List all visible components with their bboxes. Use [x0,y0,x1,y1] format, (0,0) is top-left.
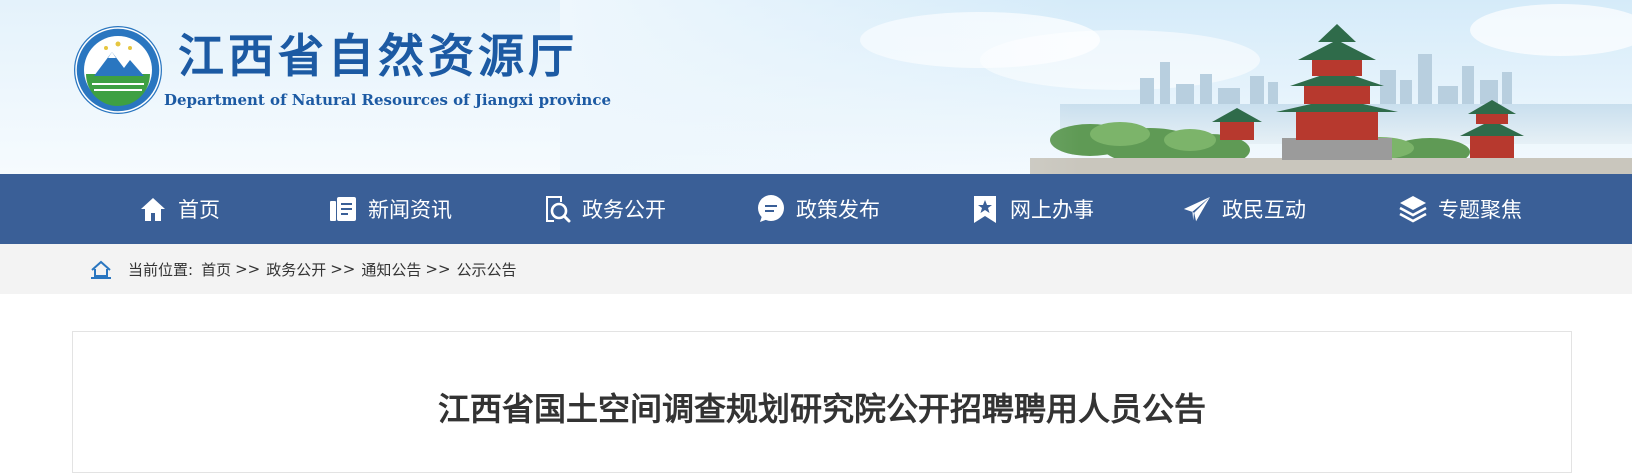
nav-label-policy: 政策发布 [796,198,880,222]
location-home-icon [91,260,111,279]
nav-item-topics[interactable]: 专题聚焦 [1398,174,1522,244]
breadcrumb-trail: 当前位置: 首页 >> 政务公开 >> 通知公告 >> 公示公告 [128,244,517,294]
breadcrumb-item-public-announcements[interactable]: 公示公告 [457,259,517,280]
nav-label-interaction: 政民互动 [1222,198,1306,222]
chat-bubble-icon [756,194,786,224]
nav-label-online-services: 网上办事 [1010,198,1094,222]
news-icon [328,194,358,224]
article-card: 江西省国土空间调查规划研究院公开招聘聘用人员公告 [72,331,1572,473]
header-banner: 江西省自然资源厅 Department of Natural Resources… [0,0,1632,174]
nav-item-policy[interactable]: 政策发布 [756,174,880,244]
breadcrumb-separator: >> [235,260,261,278]
breadcrumb-prefix: 当前位置: [128,260,194,279]
main-nav: 首页 新闻资讯 政务公开 政策发布 网上办事 政民互动 专题聚焦 [0,174,1632,244]
breadcrumb-item-notices[interactable]: 通知公告 [361,259,421,280]
nav-item-home[interactable]: 首页 [138,174,220,244]
nav-label-topics: 专题聚焦 [1438,198,1522,222]
nav-item-interaction[interactable]: 政民互动 [1182,174,1306,244]
site-title: 江西省自然资源厅 [178,29,578,83]
layers-icon [1398,194,1428,224]
nav-label-gov-affairs: 政务公开 [582,198,666,222]
document-search-icon [542,194,572,224]
nav-item-online-services[interactable]: 网上办事 [970,174,1094,244]
site-subtitle: Department of Natural Resources of Jiang… [164,91,612,109]
paper-plane-icon [1182,194,1212,224]
breadcrumb-separator: >> [425,260,451,278]
breadcrumb-item-home[interactable]: 首页 [201,259,231,280]
breadcrumb: 当前位置: 首页 >> 政务公开 >> 通知公告 >> 公示公告 [0,244,1632,294]
nav-item-news[interactable]: 新闻资讯 [328,174,452,244]
article-title: 江西省国土空间调查规划研究院公开招聘聘用人员公告 [437,390,1206,428]
nav-item-gov-affairs[interactable]: 政务公开 [542,174,666,244]
home-icon [138,194,168,224]
breadcrumb-separator: >> [330,260,356,278]
department-emblem-logo [74,26,162,114]
star-bookmark-icon [970,194,1000,224]
breadcrumb-item-gov-affairs[interactable]: 政务公开 [266,259,326,280]
nav-label-home: 首页 [178,198,220,222]
nav-label-news: 新闻资讯 [368,198,452,222]
